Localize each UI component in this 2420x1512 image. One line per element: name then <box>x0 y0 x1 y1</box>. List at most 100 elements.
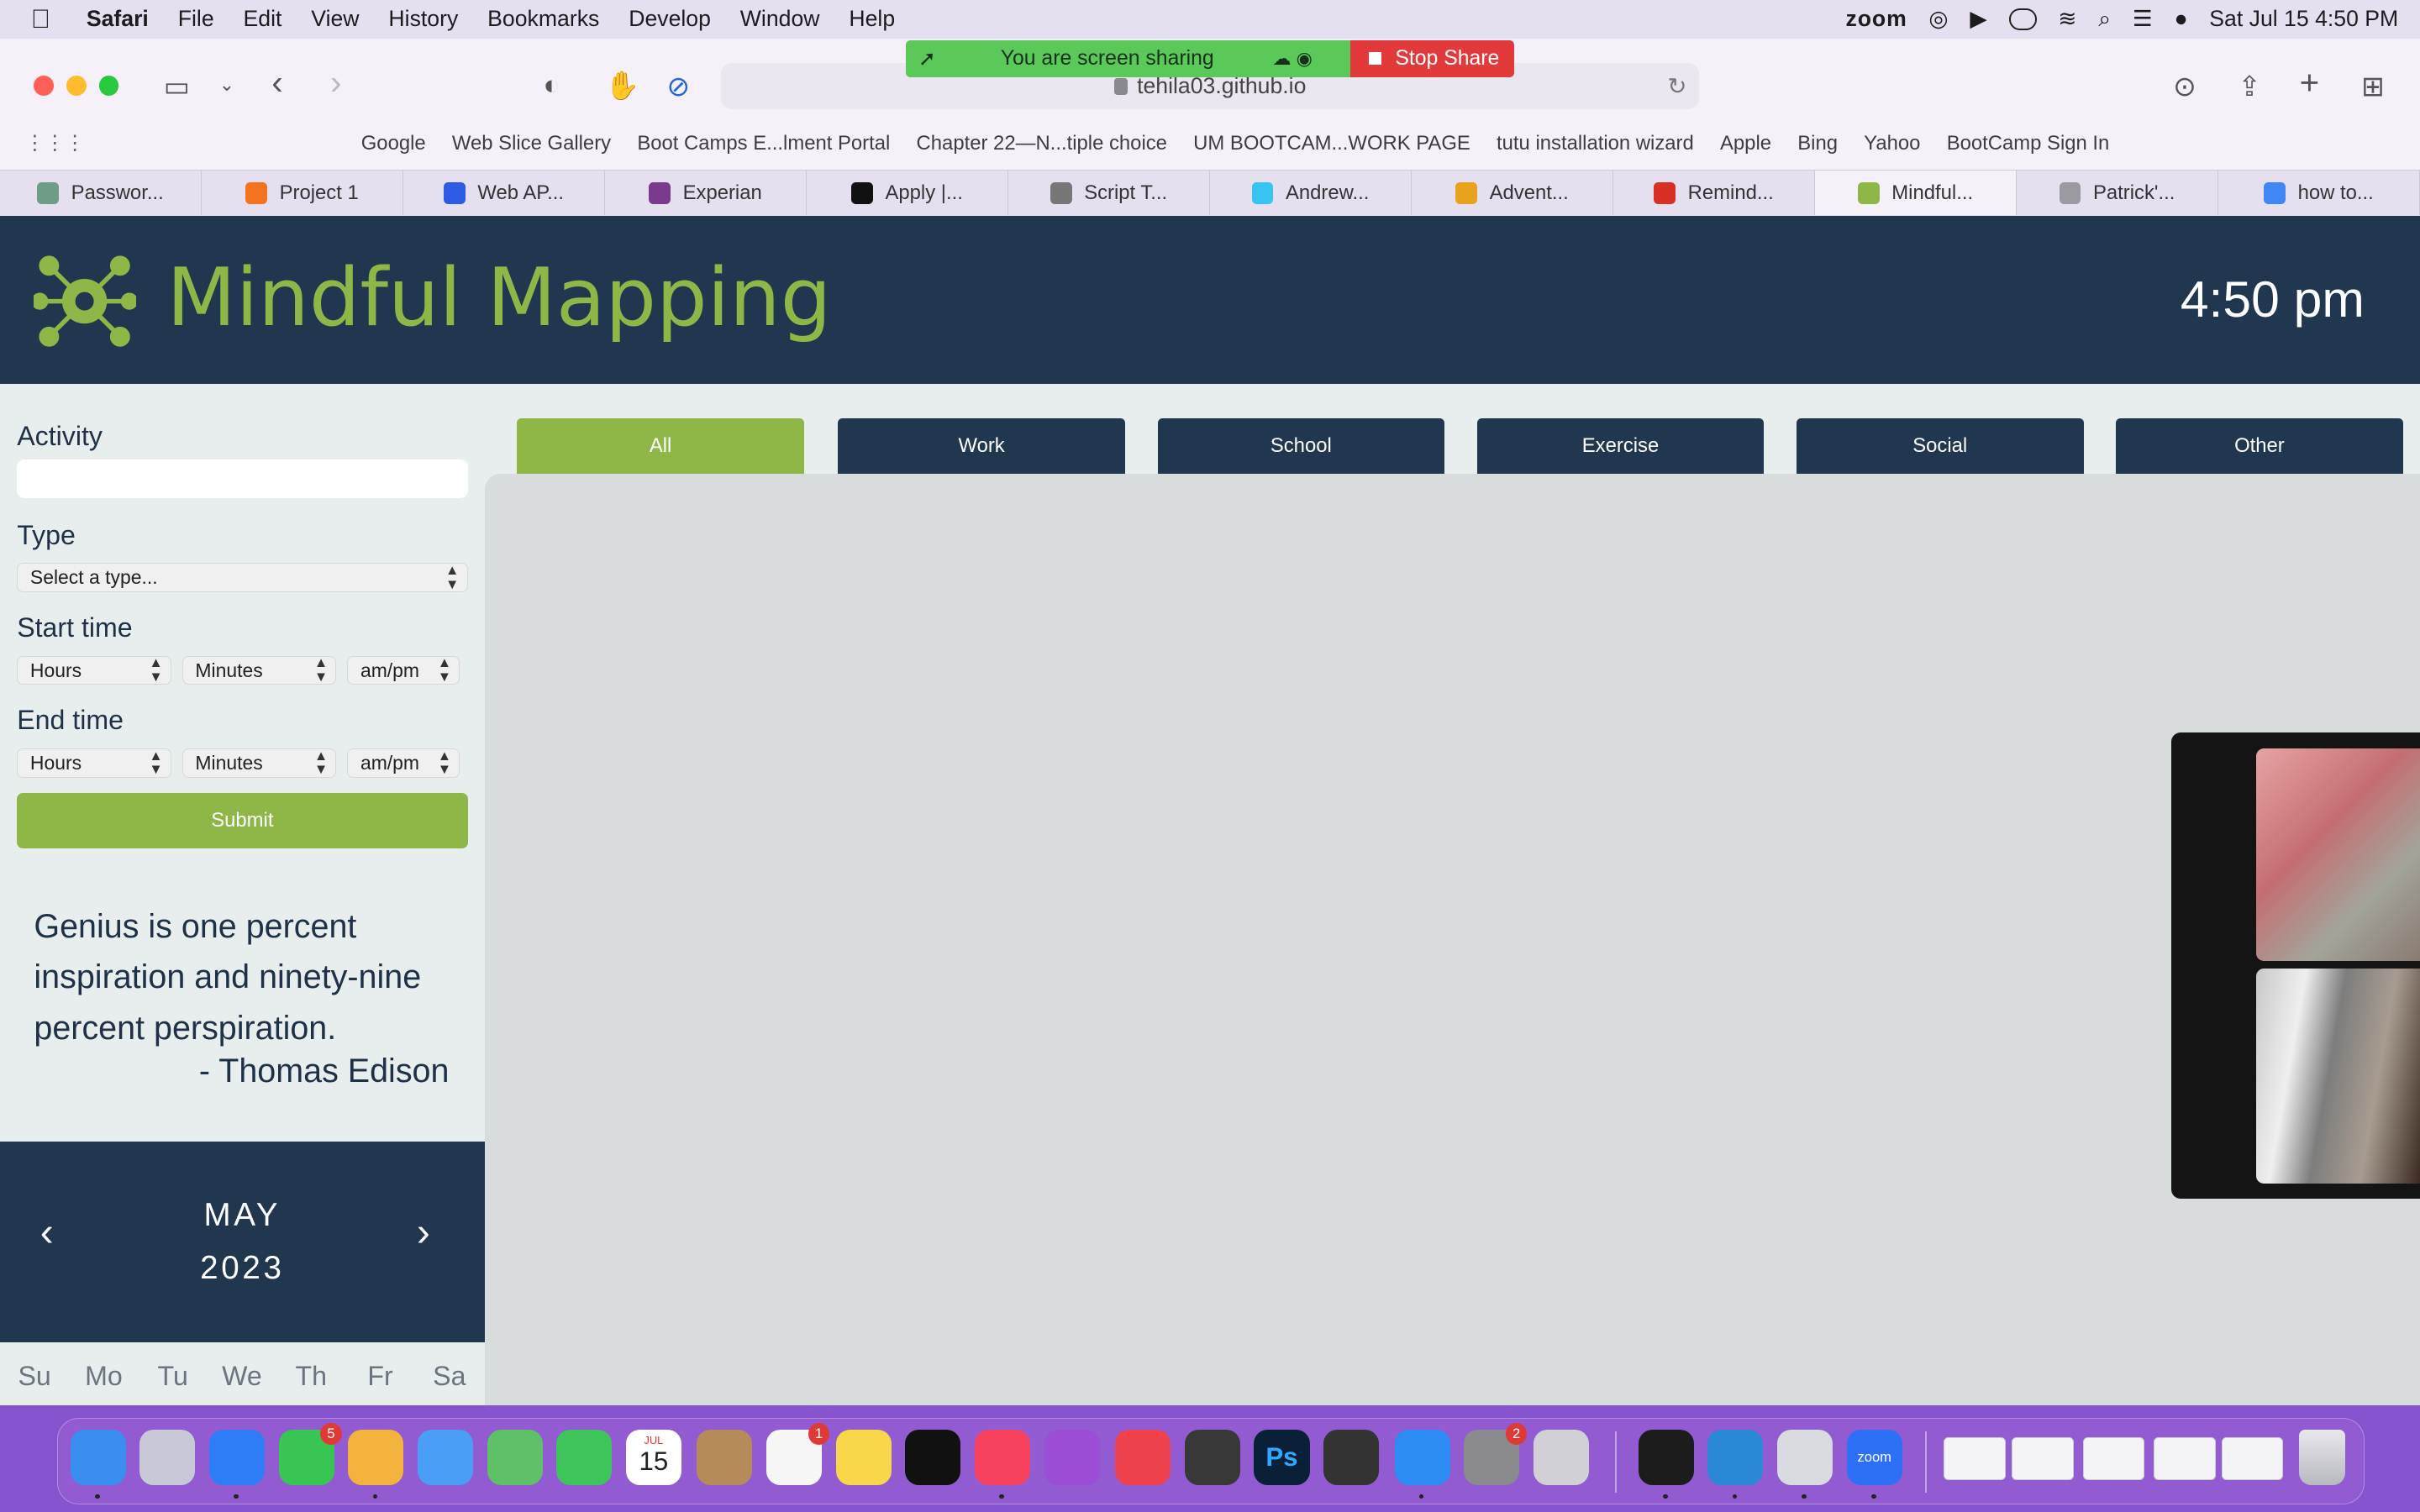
filter-exercise-button[interactable]: Exercise <box>1476 417 1765 474</box>
browser-tab[interactable]: Mindful... <box>1815 171 2017 216</box>
apple-icon[interactable]:  <box>31 4 65 34</box>
dock-final-cut-pro-icon[interactable] <box>1184 1429 1240 1485</box>
browser-tab[interactable]: Apply |... <box>807 171 1008 216</box>
browser-tab[interactable]: Script T... <box>1008 171 1210 216</box>
chevron-down-icon[interactable]: ⌄ <box>219 74 234 96</box>
bookmark-item[interactable]: UM BOOTCAM...WORK PAGE <box>1193 132 1470 155</box>
dock-tv-icon[interactable] <box>905 1429 961 1485</box>
dock-system-settings-icon[interactable]: 2 <box>1464 1423 1528 1485</box>
bookmark-item[interactable]: Chapter 22—N...tiple choice <box>917 132 1167 155</box>
zoom-video-panel[interactable] <box>2171 732 2420 1200</box>
screen-share-status[interactable]: ➚ You are screen sharing ☁ ◉ <box>906 39 1351 77</box>
bookmark-item[interactable]: Google <box>361 132 426 155</box>
start-hours-select[interactable]: Hours ▲ ▼ <box>17 655 171 685</box>
privacy-shield-icon[interactable]: ◐ <box>544 70 560 102</box>
browser-tab[interactable]: Patrick'... <box>2017 171 2218 216</box>
spotlight-search-icon[interactable]: ⌕ <box>2098 6 2111 33</box>
battery-icon[interactable] <box>2008 8 2037 30</box>
end-ampm-select[interactable]: am/pm ▲ ▼ <box>347 748 460 778</box>
share-icon[interactable]: ⇪ <box>2238 70 2261 103</box>
dock-roblox-icon[interactable] <box>1533 1429 1589 1485</box>
filter-all-button[interactable]: All <box>517 417 804 474</box>
back-icon[interactable]: ‹ <box>271 63 282 102</box>
dock-app-store-icon[interactable] <box>1394 1429 1450 1499</box>
menu-help[interactable]: Help <box>849 6 895 32</box>
zoom-window-button[interactable] <box>98 75 119 96</box>
extension-icon[interactable]: ⊘ <box>666 70 690 103</box>
creative-cloud-icon[interactable]: ◎ <box>1928 6 1948 32</box>
minimize-window-button[interactable] <box>66 75 87 96</box>
tab-overview-icon[interactable]: ⊞ <box>2361 70 2385 103</box>
type-select[interactable]: Select a type... ▲ ▼ <box>17 563 468 593</box>
dock-messages-icon[interactable]: 5 <box>278 1423 342 1485</box>
dock-logic-icon[interactable] <box>1323 1429 1380 1485</box>
bookmark-item[interactable]: Bing <box>1797 132 1838 155</box>
start-ampm-select[interactable]: am/pm ▲ ▼ <box>347 655 460 685</box>
wifi-icon[interactable]: ≋ <box>2058 6 2076 32</box>
filter-other-button[interactable]: Other <box>2116 417 2403 474</box>
dock-launchpad-icon[interactable] <box>139 1429 196 1485</box>
dock-photoshop-icon[interactable]: Ps <box>1254 1429 1310 1485</box>
close-window-button[interactable] <box>34 75 55 96</box>
menu-edit[interactable]: Edit <box>244 6 282 32</box>
filter-school-button[interactable]: School <box>1157 417 1445 474</box>
browser-tab[interactable]: Web AP... <box>403 171 605 216</box>
dock-minimized-window[interactable] <box>2222 1436 2284 1481</box>
bookmark-item[interactable]: Web Slice Gallery <box>452 132 611 155</box>
start-minutes-select[interactable]: Minutes ▲ ▼ <box>182 655 337 685</box>
downloads-icon[interactable]: ⊙ <box>2173 70 2196 103</box>
dock-minimized-window[interactable] <box>2082 1436 2145 1481</box>
bookmark-item[interactable]: BootCamp Sign In <box>1947 132 2110 155</box>
menu-develop[interactable]: Develop <box>629 6 711 32</box>
dock-music-icon[interactable] <box>974 1429 1031 1499</box>
menu-window[interactable]: Window <box>740 6 820 32</box>
favorites-grid-icon[interactable]: ⋮⋮⋮ <box>24 131 333 155</box>
submit-button[interactable]: Submit <box>17 793 468 849</box>
dock-minimized-window[interactable] <box>2012 1436 2074 1481</box>
bookmark-item[interactable]: Apple <box>1720 132 1771 155</box>
menu-view[interactable]: View <box>311 6 359 32</box>
menu-clock[interactable]: Sat Jul 15 4:50 PM <box>2209 6 2398 32</box>
activity-input[interactable] <box>17 459 468 499</box>
bookmark-item[interactable]: Yahoo <box>1864 132 1920 155</box>
dock-finder-icon[interactable] <box>70 1429 126 1499</box>
end-hours-select[interactable]: Hours ▲ ▼ <box>17 748 171 778</box>
dock-minimized-window[interactable] <box>2154 1436 2216 1481</box>
dock-reminders-icon[interactable]: 1 <box>765 1423 830 1485</box>
browser-tab[interactable]: how to... <box>2218 171 2420 216</box>
dock-safari-icon[interactable] <box>208 1429 266 1499</box>
filter-work-button[interactable]: Work <box>838 417 1125 474</box>
stop-share-button[interactable]: Stop Share <box>1350 39 1514 77</box>
dock-maps-icon[interactable] <box>487 1429 543 1485</box>
dock-vs-code-icon[interactable] <box>1707 1429 1764 1499</box>
menu-history[interactable]: History <box>388 6 458 32</box>
participant-video[interactable] <box>2256 748 2420 962</box>
browser-tab[interactable]: Advent... <box>1412 171 1613 216</box>
dock-contacts-icon[interactable] <box>697 1429 753 1485</box>
dock-trash-icon[interactable] <box>2298 1429 2345 1485</box>
browser-tab[interactable]: Experian <box>605 171 807 216</box>
end-minutes-select[interactable]: Minutes ▲ ▼ <box>182 748 337 778</box>
dock-podcasts-icon[interactable] <box>1044 1429 1100 1485</box>
participant-video[interactable] <box>2256 969 2420 1184</box>
dock-terminal-icon[interactable] <box>1638 1429 1694 1499</box>
sidebar-icon[interactable]: ▭ <box>164 70 190 103</box>
forward-icon[interactable]: › <box>330 63 341 102</box>
browser-tab[interactable]: Project 1 <box>202 171 403 216</box>
browser-tab[interactable]: Remind... <box>1613 171 1815 216</box>
dock-news-icon[interactable] <box>1115 1429 1171 1485</box>
dock-mail-icon[interactable] <box>417 1429 473 1485</box>
next-month-button[interactable]: › <box>417 1210 430 1256</box>
dock-zoom-icon[interactable]: zoom <box>1846 1429 1902 1499</box>
dock-facetime-icon[interactable] <box>556 1429 613 1485</box>
reload-icon[interactable]: ↻ <box>1667 73 1686 100</box>
control-center-icon[interactable]: ☰ <box>2133 6 2153 32</box>
dock-preview-icon[interactable] <box>1777 1429 1833 1499</box>
hand-extension-icon[interactable]: ✋ <box>605 70 639 102</box>
new-tab-icon[interactable]: + <box>2300 63 2320 102</box>
zoom-menu-icon[interactable]: zoom <box>1845 6 1907 32</box>
dock-photos-icon[interactable] <box>348 1429 404 1499</box>
dock-calendar-icon[interactable]: JUL 15 <box>625 1429 681 1485</box>
siri-icon[interactable]: ● <box>2174 6 2187 32</box>
play-icon[interactable]: ▶ <box>1970 6 1986 32</box>
